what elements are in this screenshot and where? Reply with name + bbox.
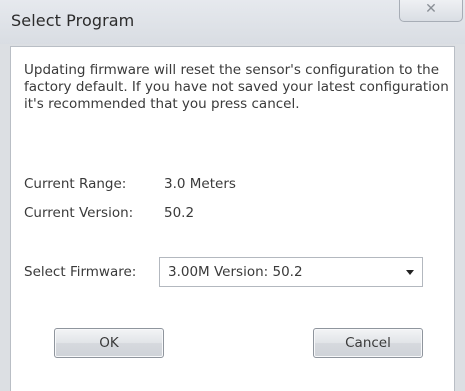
firmware-select[interactable]: 3.00M Version: 50.2	[159, 257, 423, 287]
dialog-body: Updating firmware will reset the sensor'…	[10, 46, 455, 391]
warning-message: Updating firmware will reset the sensor'…	[24, 62, 449, 112]
current-range-value: 3.0 Meters	[164, 176, 236, 192]
firmware-select-value: 3.00M Version: 50.2	[168, 264, 303, 280]
current-version-label: Current Version:	[24, 205, 134, 221]
current-version-value: 50.2	[164, 205, 195, 221]
select-firmware-label: Select Firmware:	[24, 264, 137, 280]
ok-button-label: OK	[99, 335, 119, 351]
close-icon: ✕	[425, 1, 437, 17]
current-range-label: Current Range:	[24, 176, 127, 192]
cancel-button-label: Cancel	[345, 335, 391, 351]
ok-button[interactable]: OK	[54, 328, 164, 358]
title-bar[interactable]: Select Program ✕	[0, 0, 465, 44]
select-program-dialog: Select Program ✕ Updating firmware will …	[0, 0, 465, 391]
dialog-title: Select Program	[11, 11, 135, 30]
close-button[interactable]: ✕	[399, 0, 463, 22]
cancel-button[interactable]: Cancel	[313, 328, 423, 358]
chevron-down-icon[interactable]	[406, 270, 414, 275]
